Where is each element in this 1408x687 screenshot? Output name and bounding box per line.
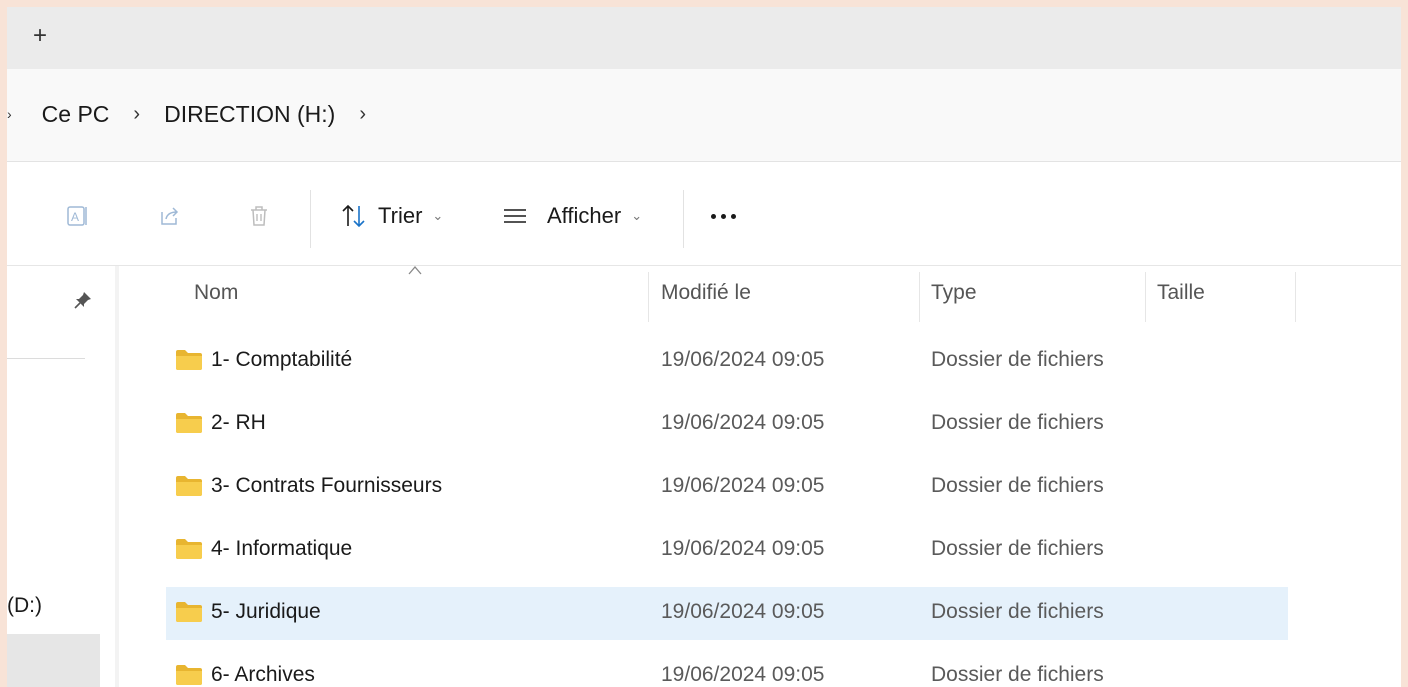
nav-item-drive-d[interactable]: (D:) — [7, 594, 42, 618]
file-modified: 19/06/2024 09:05 — [661, 663, 825, 686]
navigation-pane: (D:) — [7, 266, 119, 687]
file-modified: 19/06/2024 09:05 — [661, 411, 825, 434]
more-options-icon[interactable] — [711, 200, 736, 232]
address-bar[interactable]: › Ce PC › DIRECTION (H:) › — [7, 69, 1401, 162]
command-bar: A Trier ⌄ Afficher ⌄ — [7, 162, 1401, 266]
sort-icon — [342, 204, 365, 228]
nav-divider — [7, 358, 85, 359]
file-name: 1- Comptabilité — [211, 348, 353, 371]
file-type: Dossier de fichiers — [931, 537, 1104, 560]
file-row[interactable]: 4- Informatique 19/06/2024 09:05 Dossier d… — [166, 524, 1288, 577]
file-type: Dossier de fichiers — [931, 474, 1104, 497]
file-type: Dossier de fichiers — [931, 348, 1104, 371]
column-divider[interactable] — [919, 272, 920, 322]
share-icon[interactable] — [157, 203, 183, 229]
sort-button[interactable]: Trier ⌄ — [340, 200, 443, 232]
tab-bar: + — [7, 7, 1401, 69]
file-modified: 19/06/2024 09:05 — [661, 537, 825, 560]
column-header-size[interactable]: Taille — [1157, 281, 1205, 305]
chevron-down-icon: ⌄ — [631, 208, 643, 223]
rename-icon[interactable]: A — [65, 203, 91, 229]
file-row[interactable]: 5- Juridique 19/06/2024 09:05 Dossier de f… — [166, 587, 1288, 640]
file-name: 3- Contrats Fournisseurs — [211, 474, 443, 497]
breadcrumb-item-direction-drive[interactable]: DIRECTION (H:) — [162, 101, 337, 128]
file-list: Nom Modifié le Type Taille 1- Comptabili… — [119, 266, 1401, 687]
folder-icon — [176, 350, 202, 370]
file-type: Dossier de fichiers — [931, 411, 1104, 434]
delete-icon[interactable] — [246, 203, 272, 229]
file-name: 4- Informatique — [211, 537, 353, 560]
sort-ascending-icon — [408, 266, 422, 275]
toolbar-divider — [310, 190, 311, 248]
breadcrumb: › Ce PC › DIRECTION (H:) › — [7, 99, 388, 129]
folder-icon — [176, 665, 202, 685]
file-modified: 19/06/2024 09:05 — [661, 600, 825, 623]
file-type: Dossier de fichiers — [931, 663, 1104, 686]
folder-icon — [176, 602, 202, 622]
breadcrumb-item-this-pc[interactable]: Ce PC — [40, 101, 112, 128]
file-type: Dossier de fichiers — [931, 600, 1104, 623]
new-tab-button[interactable]: + — [25, 21, 55, 51]
column-header-type[interactable]: Type — [931, 281, 977, 305]
pin-icon[interactable] — [73, 290, 93, 315]
view-list-icon — [504, 209, 526, 223]
nav-item-selected[interactable] — [7, 634, 100, 687]
breadcrumb-separator-icon[interactable]: › — [7, 106, 12, 122]
column-divider[interactable] — [648, 272, 649, 322]
sort-label: Trier — [378, 203, 423, 228]
file-name: 2- RH — [211, 411, 266, 434]
file-modified: 19/06/2024 09:05 — [661, 348, 825, 371]
view-button[interactable]: Afficher ⌄ — [503, 200, 642, 232]
file-row[interactable]: 2- RH 19/06/2024 09:05 Dossier de fichiers — [166, 398, 1288, 451]
chevron-right-icon[interactable]: › — [359, 103, 366, 126]
chevron-down-icon: ⌄ — [432, 208, 444, 223]
column-header-row: Nom Modifié le Type Taille — [119, 266, 1401, 322]
file-explorer-window: + › Ce PC › DIRECTION (H:) › A Trier ⌄ A… — [7, 7, 1401, 687]
column-header-modified[interactable]: Modifié le — [661, 281, 751, 305]
file-name: 5- Juridique — [211, 600, 321, 623]
folder-icon — [176, 539, 202, 559]
file-row[interactable]: 3- Contrats Fournisseurs 19/06/2024 09:05… — [166, 461, 1288, 514]
file-row[interactable]: 6- Archives 19/06/2024 09:05 Dossier de fi… — [166, 650, 1288, 687]
toolbar-divider — [683, 190, 684, 248]
column-header-name[interactable]: Nom — [194, 281, 238, 305]
file-row[interactable]: 1- Comptabilité 19/06/2024 09:05 Dossier d… — [166, 335, 1288, 388]
file-modified: 19/06/2024 09:05 — [661, 474, 825, 497]
file-name: 6- Archives — [211, 663, 315, 686]
column-divider[interactable] — [1295, 272, 1296, 322]
chevron-right-icon[interactable]: › — [133, 103, 140, 126]
view-label: Afficher — [547, 203, 622, 228]
column-divider[interactable] — [1145, 272, 1146, 322]
folder-icon — [176, 476, 202, 496]
svg-text:A: A — [71, 210, 79, 224]
folder-icon — [176, 413, 202, 433]
